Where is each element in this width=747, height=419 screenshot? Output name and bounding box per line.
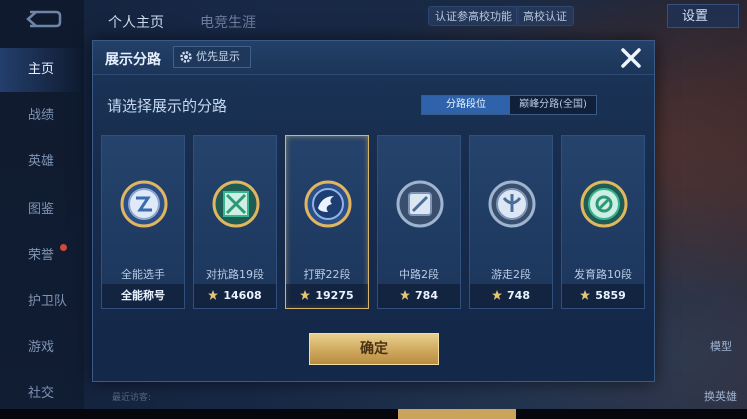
nav-item-home[interactable]: 主页	[0, 48, 84, 92]
settings-button[interactable]: 设置	[667, 4, 739, 28]
verify-school-pill[interactable]: 认证参高校功能	[428, 6, 519, 26]
tab-profile[interactable]: 个人主页	[108, 12, 164, 32]
nav-item-guard[interactable]: 护卫队	[0, 280, 84, 324]
clash-lane-badge-icon	[212, 180, 260, 228]
lane-card-clash[interactable]: 对抗路19段 14608	[193, 135, 277, 309]
lane-name: 游走2段	[491, 268, 531, 281]
bottom-strip	[0, 409, 747, 419]
gear-icon	[180, 51, 192, 63]
farm-lane-badge-icon	[580, 180, 628, 228]
lane-name: 打野22段	[303, 268, 351, 281]
rank-star-icon	[580, 290, 591, 300]
modal-title: 展示分路	[105, 52, 161, 68]
rank-star-icon	[208, 290, 219, 300]
tab-lane-rank[interactable]: 分路段位	[422, 96, 510, 114]
lane-mode-toggle: 分路段位 巅峰分路(全国)	[421, 95, 597, 115]
priority-display-button[interactable]: 优先显示	[173, 46, 251, 68]
lane-score: 14608	[194, 284, 276, 308]
recent-visitors-label: 最近访客:	[112, 393, 152, 403]
nav-item-codex[interactable]: 图鉴	[0, 188, 84, 232]
display-lane-modal: 展示分路 优先显示 请选择展示的分路 分路段位 巅峰分路(全国) 全能选手 全能…	[92, 40, 655, 382]
lane-name: 发育路10段	[574, 268, 632, 281]
tab-esports-career[interactable]: 电竞生涯	[200, 12, 256, 32]
priority-display-label: 优先显示	[196, 50, 240, 63]
nav-item-games[interactable]: 游戏	[0, 326, 84, 370]
nav-item-honor[interactable]: 荣誉	[0, 234, 84, 278]
lane-score: 5859	[562, 284, 644, 308]
lane-card-all-round[interactable]: 全能选手 全能称号	[101, 135, 185, 309]
lane-card-mid[interactable]: 中路2段 784	[377, 135, 461, 309]
back-arrow-icon[interactable]	[22, 8, 62, 30]
lane-card-farm[interactable]: 发育路10段 5859	[561, 135, 645, 309]
model-label[interactable]: 模型	[710, 338, 732, 354]
select-lane-prompt: 请选择展示的分路	[107, 97, 228, 115]
tab-peak-lane-national[interactable]: 巅峰分路(全国)	[510, 96, 596, 114]
lane-score: 19275	[286, 284, 368, 308]
jungle-badge-icon	[304, 180, 352, 228]
confirm-button[interactable]: 确定	[309, 333, 439, 365]
lane-card-roam[interactable]: 游走2段 748	[469, 135, 553, 309]
nav-item-heroes[interactable]: 英雄	[0, 140, 84, 184]
rank-star-icon	[492, 290, 503, 300]
lane-name: 全能选手	[121, 268, 165, 281]
notification-dot	[60, 244, 67, 251]
school-verify-button[interactable]: 高校认证	[516, 6, 574, 26]
lane-score: 784	[378, 284, 460, 308]
modal-header: 展示分路 优先显示	[93, 41, 654, 75]
nav-item-record[interactable]: 战绩	[0, 94, 84, 138]
lane-card-jungle[interactable]: 打野22段 19275	[285, 135, 369, 309]
rank-star-icon	[300, 290, 311, 300]
change-hero-label[interactable]: 换英雄	[704, 388, 737, 404]
lane-score: 748	[470, 284, 552, 308]
lane-name: 对抗路19段	[206, 268, 264, 281]
lane-score: 全能称号	[102, 284, 184, 308]
bottom-gold-bar	[398, 409, 516, 419]
lane-name: 中路2段	[399, 268, 439, 281]
rank-star-icon	[400, 290, 411, 300]
close-icon[interactable]	[616, 43, 646, 73]
left-navigation: 主页 战绩 英雄 图鉴 荣誉 护卫队 游戏 社交	[0, 0, 84, 409]
roam-badge-icon	[488, 180, 536, 228]
mid-lane-badge-icon	[396, 180, 444, 228]
all-round-badge-icon	[120, 180, 168, 228]
